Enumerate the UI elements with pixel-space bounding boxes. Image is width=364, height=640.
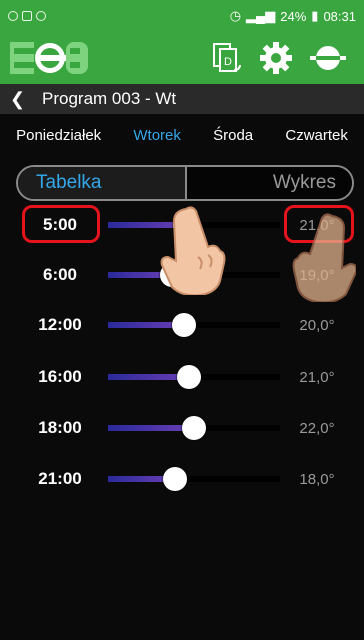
slider-knob[interactable] <box>163 467 188 491</box>
battery-icon: ▮ <box>311 8 319 23</box>
page-title: Program 003 - Wt <box>42 89 177 108</box>
schedule-time[interactable]: 21:00 <box>20 459 100 499</box>
schedule-temperature: 22,0° <box>299 419 335 437</box>
schedule-time[interactable]: 18:00 <box>20 408 100 448</box>
svg-text:D: D <box>224 56 232 68</box>
gallery-icon <box>22 11 32 21</box>
view-toggle: Tabelka Wykres <box>16 165 354 201</box>
copy-schedule-icon[interactable]: D <box>208 40 244 76</box>
back-arrow-icon[interactable]: ❮ <box>10 89 30 110</box>
day-tab-wednesday[interactable]: Środa <box>213 127 253 144</box>
app-bar: D <box>0 32 364 84</box>
tab-table[interactable]: Tabelka <box>18 167 187 199</box>
day-selector: Poniedziałek Wtorek Środa Czwartek <box>0 114 364 156</box>
schedule-row: 16:00 21,0° <box>0 357 364 397</box>
day-tab-tuesday[interactable]: Wtorek <box>133 127 181 144</box>
status-bar: ◷ ▂▄▆ 24% ▮ 08:31 <box>0 0 364 32</box>
time-highlight-annotation <box>22 205 100 243</box>
pointing-hand-icon <box>292 213 356 302</box>
wifi-icon <box>36 11 46 21</box>
schedule-temperature: 21,0° <box>299 368 335 386</box>
alarm-icon: ◷ <box>229 8 242 23</box>
tab-chart[interactable]: Wykres <box>187 167 352 199</box>
thermostat-icon[interactable] <box>310 40 346 76</box>
clock: 08:31 <box>323 8 356 24</box>
slider-knob[interactable] <box>182 416 206 440</box>
schedule-row: 12:00 20,0° <box>0 305 364 345</box>
day-tab-thursday[interactable]: Czwartek <box>285 127 348 144</box>
slider-knob[interactable] <box>171 313 196 337</box>
schedule-time[interactable]: 16:00 <box>20 357 100 397</box>
settings-gear-icon[interactable] <box>258 40 294 76</box>
day-tab-monday[interactable]: Poniedziałek <box>16 127 101 144</box>
schedule-row: 21:00 18,0° <box>0 459 364 499</box>
schedule-time[interactable]: 12:00 <box>20 305 100 345</box>
signal-icon: ▂▄▆ <box>246 8 276 23</box>
battery-level: 24% <box>280 8 307 24</box>
pointing-hand-icon <box>160 206 226 295</box>
temperature-slider[interactable] <box>108 313 280 337</box>
slider-knob[interactable] <box>176 365 201 389</box>
schedule-time[interactable]: 6:00 <box>20 255 100 295</box>
temperature-slider[interactable] <box>108 467 280 491</box>
notification-icon <box>8 11 18 21</box>
temperature-slider[interactable] <box>108 416 280 440</box>
app-logo <box>10 42 88 74</box>
temperature-slider[interactable] <box>108 365 280 389</box>
title-bar: ❮ Program 003 - Wt <box>0 84 364 114</box>
schedule-row: 18:00 22,0° <box>0 408 364 448</box>
schedule-temperature: 18,0° <box>299 470 335 488</box>
schedule-temperature: 20,0° <box>299 316 335 334</box>
